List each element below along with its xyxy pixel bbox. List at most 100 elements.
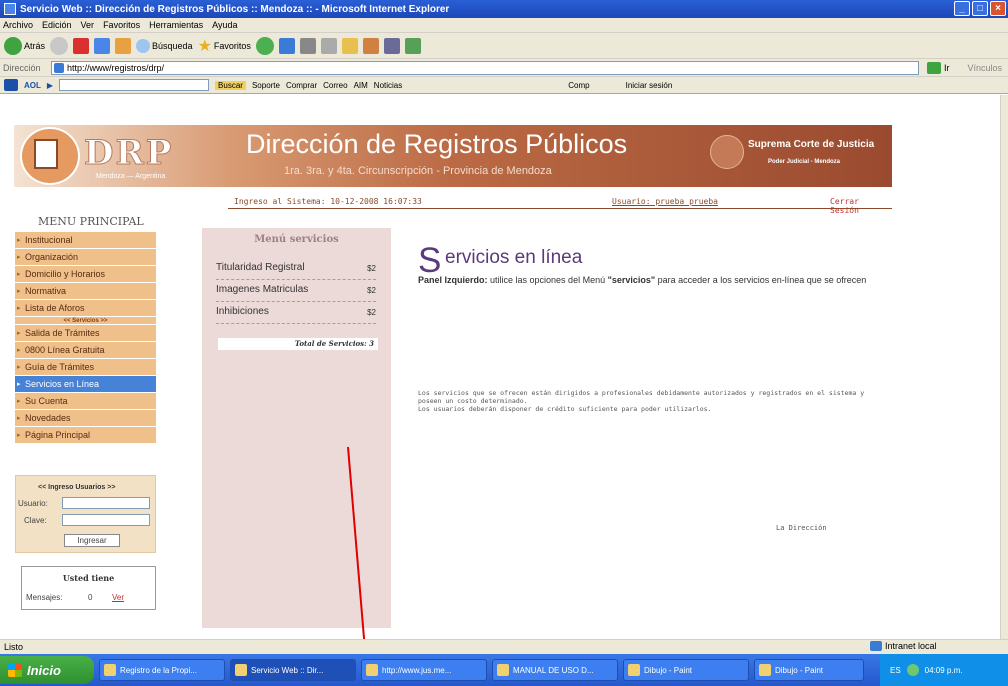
task-button[interactable]: http://www.jus.me... (361, 659, 487, 681)
clock: 04:09 p.m. (924, 665, 963, 675)
menu-ver[interactable]: Ver (81, 20, 95, 30)
window-icon (104, 664, 116, 676)
close-button[interactable]: × (990, 1, 1006, 16)
page-viewport: DRP Mendoza — Argentina Dirección de Reg… (0, 95, 1000, 639)
taskbar: Inicio Registro de la Propi... Servicio … (0, 654, 1008, 686)
maximize-button[interactable]: □ (972, 1, 988, 16)
menu-herramientas[interactable]: Herramientas (149, 20, 203, 30)
page-title: Dirección de Registros Públicos (246, 129, 628, 159)
document-icon (34, 139, 58, 169)
search-label: Búsqueda (152, 40, 193, 51)
links-label[interactable]: Vínculos (968, 63, 1003, 73)
messenger-icon[interactable] (362, 37, 379, 54)
task-button[interactable]: Registro de la Propi... (99, 659, 225, 681)
mail-icon[interactable] (278, 37, 295, 54)
menu-ayuda[interactable]: Ayuda (212, 20, 237, 30)
aol-arrow-icon: ▶ (46, 80, 54, 90)
menu-item-principal[interactable]: Página Principal (15, 427, 156, 444)
menu-item-novedades[interactable]: Novedades (15, 410, 156, 427)
header-banner: DRP Mendoza — Argentina Dirección de Reg… (14, 125, 892, 187)
court-name: Suprema Corte de Justicia (748, 139, 875, 150)
window-icon (235, 664, 247, 676)
task-button[interactable]: Dibujo - Paint (623, 659, 749, 681)
url-field[interactable]: http://www/registros/drp/ (51, 60, 919, 75)
page-subtitle: 1ra. 3ra. y 4ta. Circunscripción - Provi… (284, 165, 552, 177)
aol-noticias[interactable]: Noticias (374, 81, 402, 90)
menu-title: MENU PRINCIPAL (38, 215, 144, 228)
refresh-icon[interactable] (94, 37, 111, 54)
menu-item-domicilio[interactable]: Domicilio y Horarios (15, 266, 156, 283)
current-user[interactable]: Usuario: prueba prueba (612, 197, 718, 206)
minimize-button[interactable]: _ (954, 1, 970, 16)
task-button[interactable]: MANUAL DE USO D... (492, 659, 618, 681)
search-button[interactable]: Búsqueda (136, 38, 193, 53)
menu-item-normativa[interactable]: Normativa (15, 283, 156, 300)
menu-archivo[interactable]: Archivo (3, 20, 33, 30)
stop-icon[interactable] (73, 37, 90, 54)
network-icon[interactable] (906, 664, 919, 676)
aol-toolbar: AOL ▶ Buscar Soporte Comprar Correo AIM … (0, 77, 1008, 94)
task-label: MANUAL DE USO D... (513, 665, 594, 675)
back-label: Atrás (24, 40, 46, 51)
task-label: Dibujo - Paint (644, 665, 693, 675)
menu-item-aforos[interactable]: Lista de Aforos (15, 300, 156, 317)
menu-edicion[interactable]: Edición (42, 20, 72, 30)
drp-logo-sub: Mendoza — Argentina (96, 173, 166, 180)
ie-icon (4, 3, 16, 15)
favorites-button[interactable]: ★ Favoritos (198, 36, 251, 56)
folder-icon[interactable] (341, 37, 358, 54)
aol-aim[interactable]: AIM (354, 81, 368, 90)
user-input[interactable] (62, 497, 150, 509)
aol-correo[interactable]: Correo (323, 81, 347, 90)
panel-text-2: para acceder a los servicios en-línea qu… (655, 275, 867, 285)
aol-search-input[interactable] (59, 79, 210, 91)
aol-signin[interactable]: Iniciar sesión (626, 81, 673, 90)
home-icon[interactable] (115, 37, 132, 54)
task-label: Dibujo - Paint (775, 665, 824, 675)
start-button[interactable]: Inicio (0, 656, 94, 684)
back-button[interactable]: Atrás (4, 36, 46, 55)
menu-item-guia[interactable]: Guía de Trámites (15, 359, 156, 376)
service-row[interactable]: Inhibiciones $2 (216, 306, 376, 324)
menu-item-institucional[interactable]: Institucional (15, 232, 156, 249)
service-row[interactable]: Imagenes Matriculas $2 (216, 284, 376, 302)
research-icon[interactable] (383, 37, 400, 54)
task-button[interactable]: Dibujo - Paint (754, 659, 864, 681)
menu-favoritos[interactable]: Favoritos (103, 20, 140, 30)
window-icon (759, 664, 771, 676)
menu-item-0800[interactable]: 0800 Línea Gratuita (15, 342, 156, 359)
menu-item-salida[interactable]: Salida de Trámites (15, 325, 156, 342)
panel-quote: "servicios" (607, 275, 656, 285)
messages-link[interactable]: Ver (112, 593, 124, 602)
history-icon[interactable] (255, 36, 274, 55)
aol-comp[interactable]: Comp (568, 81, 589, 90)
court-seal-icon (710, 135, 744, 169)
menu-item-servicios-linea[interactable]: Servicios en Línea (15, 376, 156, 393)
aol-search-button[interactable]: Buscar (215, 80, 246, 90)
task-button[interactable]: Servicio Web :: Dir... (230, 659, 356, 681)
forward-icon[interactable] (50, 36, 69, 55)
people-icon[interactable] (404, 37, 421, 54)
password-input[interactable] (62, 514, 150, 526)
aol-brand[interactable]: AOL (24, 81, 41, 90)
edit-icon[interactable] (320, 37, 337, 54)
task-label: Servicio Web :: Dir... (251, 665, 324, 675)
panel-text-1: utilice las opciones del Menú (487, 275, 608, 285)
login-button[interactable]: Ingresar (64, 534, 120, 547)
menu-item-organizacion[interactable]: Organización (15, 249, 156, 266)
print-icon[interactable] (299, 37, 316, 54)
go-button[interactable]: Ir (927, 61, 950, 74)
aol-soporte[interactable]: Soporte (252, 81, 280, 90)
aol-comprar[interactable]: Comprar (286, 81, 317, 90)
messages-count: 0 (88, 593, 93, 602)
service-row[interactable]: Titularidad Registral $2 (216, 262, 376, 280)
window-icon (366, 664, 378, 676)
menu-item-cuenta[interactable]: Su Cuenta (15, 393, 156, 410)
window-icon (628, 664, 640, 676)
language-indicator[interactable]: ES (890, 666, 901, 675)
menu-separator: << Servicios >> (15, 317, 156, 325)
logout-link[interactable]: Cerrar Sesión (830, 197, 892, 215)
page-icon (54, 62, 64, 73)
panel-instructions: Panel Izquierdo: utilice las opciones de… (418, 275, 868, 285)
vertical-scrollbar[interactable] (1000, 95, 1008, 639)
